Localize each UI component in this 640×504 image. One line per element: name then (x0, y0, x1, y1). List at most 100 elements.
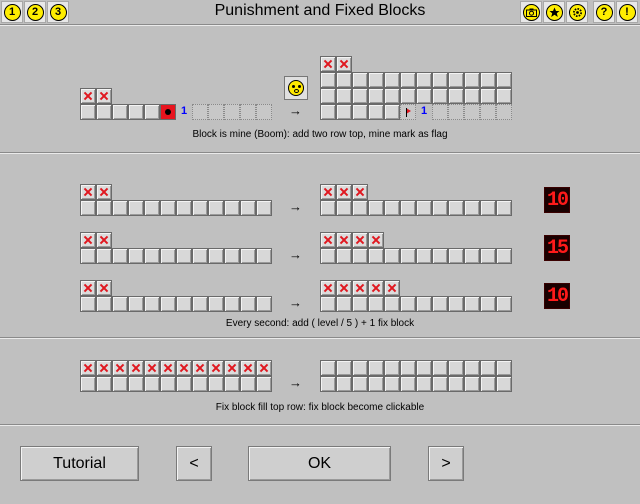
grid-cell (352, 72, 368, 88)
grid-cell (320, 248, 336, 264)
grid-cell (400, 376, 416, 392)
grid-cell (256, 104, 272, 120)
timer-display: 15 (544, 235, 570, 261)
smiley-button[interactable] (284, 76, 308, 100)
arrow: → (289, 103, 302, 118)
grid-cell (320, 200, 336, 216)
grid-cell (480, 248, 496, 264)
fixed-block (160, 360, 176, 376)
fixed-block (224, 360, 240, 376)
fixed-block (320, 184, 336, 200)
grid-cell (432, 88, 448, 104)
grid-cell (160, 296, 176, 312)
grid-cell (144, 104, 160, 120)
grid-cell (368, 360, 384, 376)
level-1-button[interactable]: 1 (1, 1, 23, 23)
separator (0, 424, 640, 426)
grid-cell (384, 72, 400, 88)
grid-cell (208, 376, 224, 392)
grid-cell (176, 248, 192, 264)
grid-cell (144, 200, 160, 216)
grid-cell (352, 200, 368, 216)
grid-cell (336, 248, 352, 264)
grid-cell (176, 376, 192, 392)
fixed-block (128, 360, 144, 376)
fixed-block (80, 184, 96, 200)
grid-cell (496, 248, 512, 264)
grid-cell (384, 376, 400, 392)
grid-cell (80, 376, 96, 392)
grid-cell (384, 248, 400, 264)
grid-cell (176, 200, 192, 216)
fixed-block (352, 184, 368, 200)
star-button[interactable] (543, 1, 565, 23)
grid-cell (432, 376, 448, 392)
grid-cell (352, 104, 368, 120)
grid-cell (336, 88, 352, 104)
grid-cell (112, 104, 128, 120)
separator (0, 337, 640, 339)
grid-cell (208, 200, 224, 216)
gear-icon (568, 3, 586, 21)
grid-cell (400, 360, 416, 376)
grid-cell (352, 248, 368, 264)
next-button[interactable]: > (428, 446, 464, 481)
ok-button[interactable]: OK (248, 446, 391, 481)
grid-cell (368, 72, 384, 88)
fixed-block (192, 360, 208, 376)
timer-display: 10 (544, 283, 570, 309)
grid-cell (96, 248, 112, 264)
fixed-block (80, 360, 96, 376)
info-button[interactable]: ! (616, 1, 638, 23)
grid-cell (464, 296, 480, 312)
help-button[interactable]: ? (593, 1, 615, 23)
grid-cell (336, 104, 352, 120)
grid-cell (128, 200, 144, 216)
fixed-block (320, 280, 336, 296)
fixed-block (176, 360, 192, 376)
grid-cell (480, 296, 496, 312)
grid-cell (416, 200, 432, 216)
grid-cell (480, 200, 496, 216)
grid-cell (496, 104, 512, 120)
grid-cell (112, 296, 128, 312)
grid-cell (192, 200, 208, 216)
fixed-block (96, 280, 112, 296)
grid-cell (496, 296, 512, 312)
grid-cell (464, 72, 480, 88)
fixed-block (96, 184, 112, 200)
grid-cell (448, 248, 464, 264)
grid-cell (400, 200, 416, 216)
tutorial-button[interactable]: Tutorial (20, 446, 139, 481)
grid-cell (144, 296, 160, 312)
grid-cell (240, 296, 256, 312)
grid-cell (176, 296, 192, 312)
grid-cell (496, 72, 512, 88)
grid-cell (80, 104, 96, 120)
grid-cell (352, 296, 368, 312)
section-caption: Block is mine (Boom): add two row top, m… (192, 129, 448, 140)
previous-button[interactable]: < (176, 446, 212, 481)
grid-cell (336, 200, 352, 216)
camera-button[interactable] (520, 1, 542, 23)
fixed-block (80, 232, 96, 248)
level-2-button[interactable]: 2 (24, 1, 46, 23)
fixed-block (96, 360, 112, 376)
grid-cell (400, 88, 416, 104)
section-caption: Every second: add ( level / 5 ) + 1 fix … (225, 318, 415, 329)
grid-cell (496, 376, 512, 392)
grid-cell (320, 376, 336, 392)
grid-cell (96, 200, 112, 216)
grid-cell (240, 376, 256, 392)
settings-button[interactable] (566, 1, 588, 23)
flag-cell (400, 104, 416, 120)
level-3-button[interactable]: 3 (47, 1, 69, 23)
fixed-block (320, 56, 336, 72)
grid-cell (112, 248, 128, 264)
fixed-block (208, 360, 224, 376)
grid-cell (192, 296, 208, 312)
fixed-block (256, 360, 272, 376)
grid-cell (352, 376, 368, 392)
fixed-block (80, 280, 96, 296)
grid-cell (336, 296, 352, 312)
